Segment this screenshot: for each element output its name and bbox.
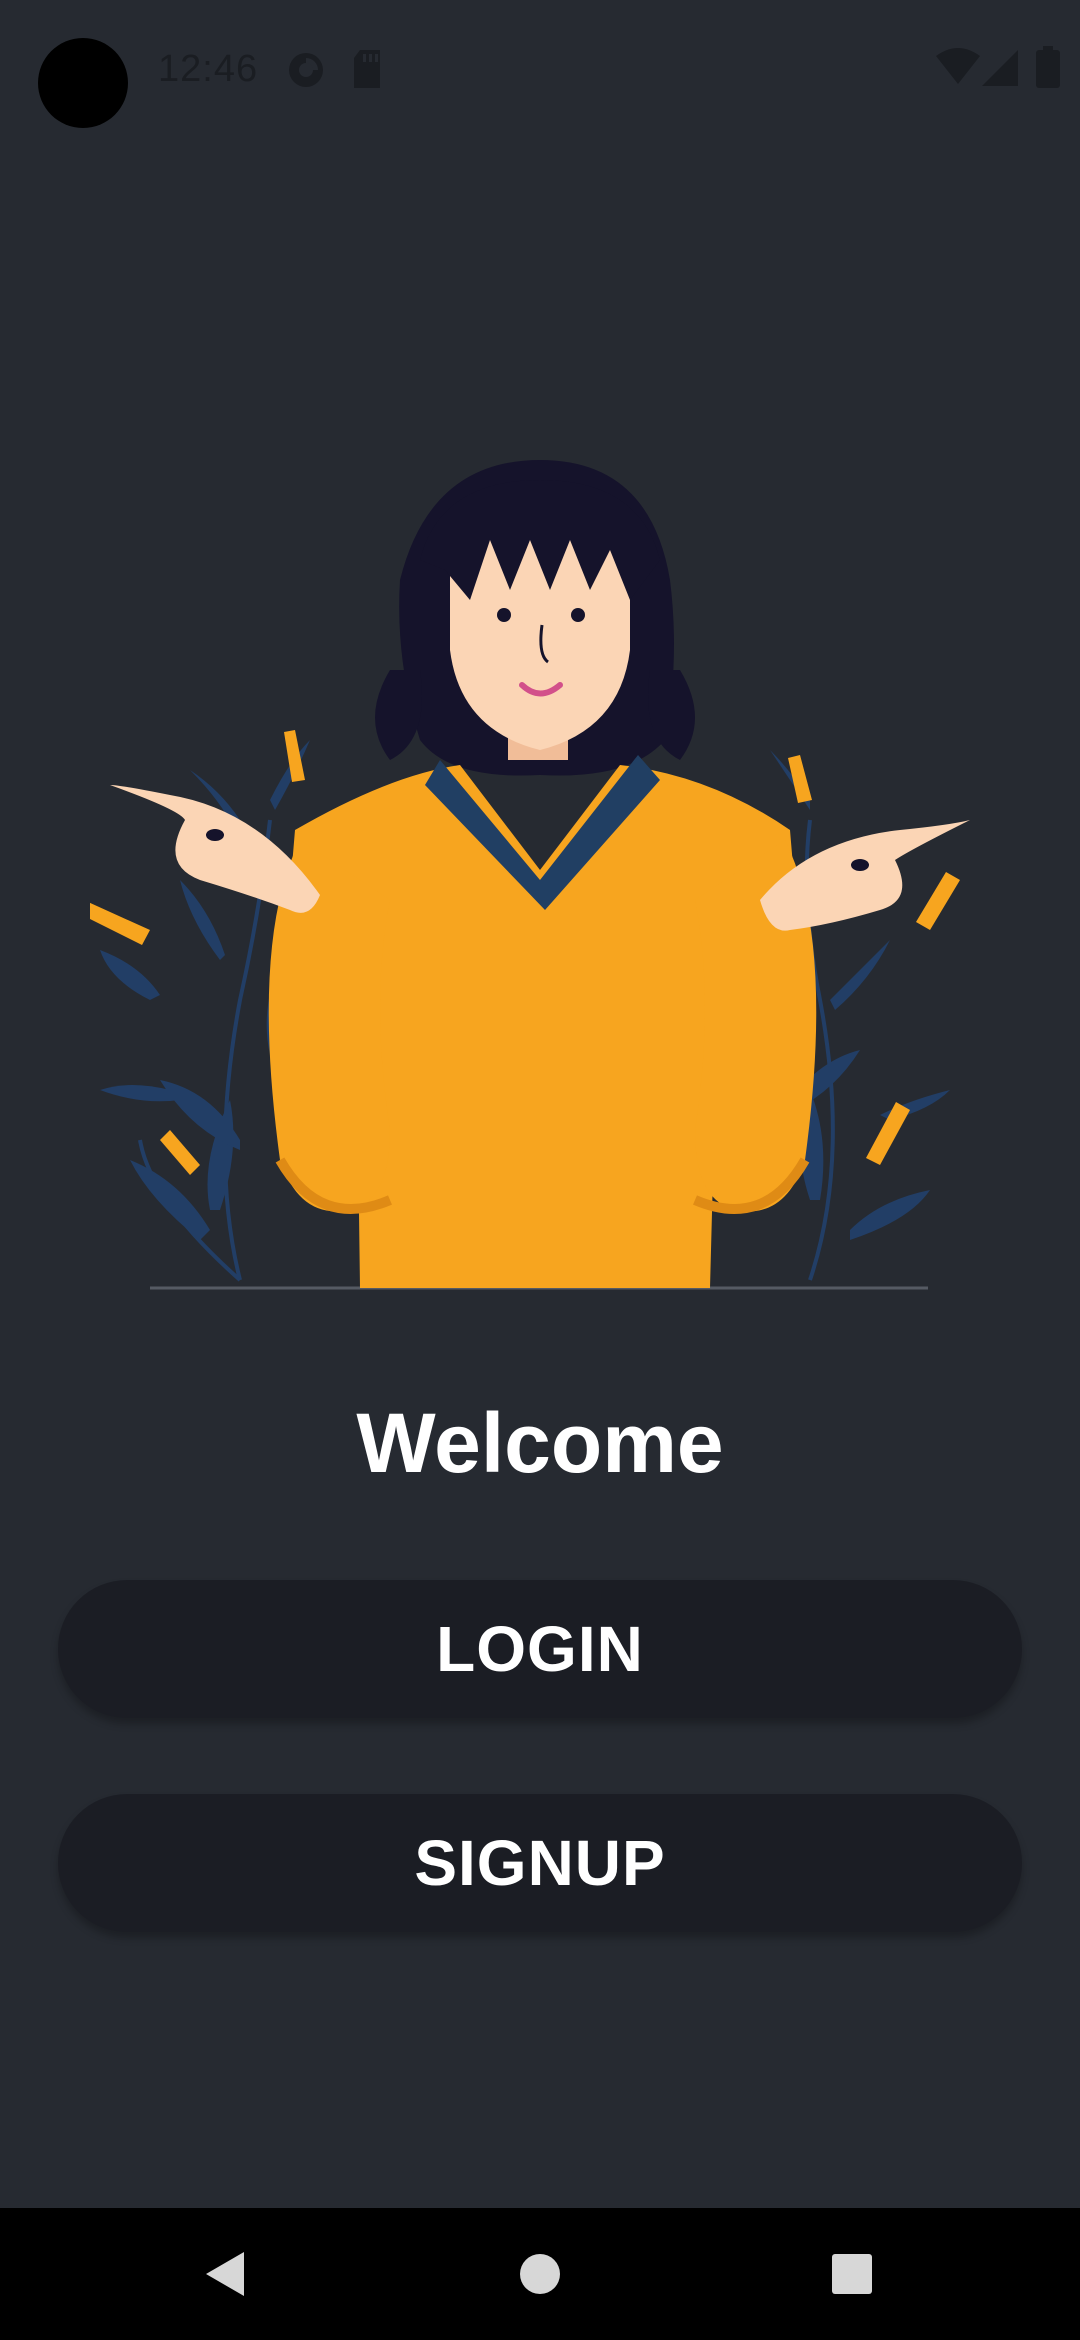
back-icon: [206, 2252, 244, 2296]
status-time: 12:46: [158, 48, 259, 90]
home-icon: [520, 2254, 560, 2294]
login-button-label: LOGIN: [436, 1613, 644, 1685]
signup-button[interactable]: SIGNUP: [58, 1794, 1022, 1932]
navigation-bar: [0, 2208, 1080, 2340]
back-button[interactable]: [146, 2208, 306, 2340]
welcome-heading: Welcome: [356, 1396, 724, 1490]
recents-icon: [832, 2254, 872, 2294]
battery-icon: [1036, 46, 1060, 88]
cell-signal-icon: [982, 50, 1018, 86]
camera-cutout: [38, 38, 128, 128]
home-button[interactable]: [460, 2208, 620, 2340]
status-bar: 12:46: [0, 0, 1080, 140]
sd-card-icon: [354, 50, 380, 88]
wifi-icon: [936, 48, 980, 84]
data-saver-icon: [289, 53, 323, 87]
woman-in-yellow-sweater-illustration: [90, 460, 970, 1290]
recents-button[interactable]: [772, 2208, 932, 2340]
login-button[interactable]: LOGIN: [58, 1580, 1022, 1718]
signup-button-label: SIGNUP: [414, 1827, 666, 1899]
